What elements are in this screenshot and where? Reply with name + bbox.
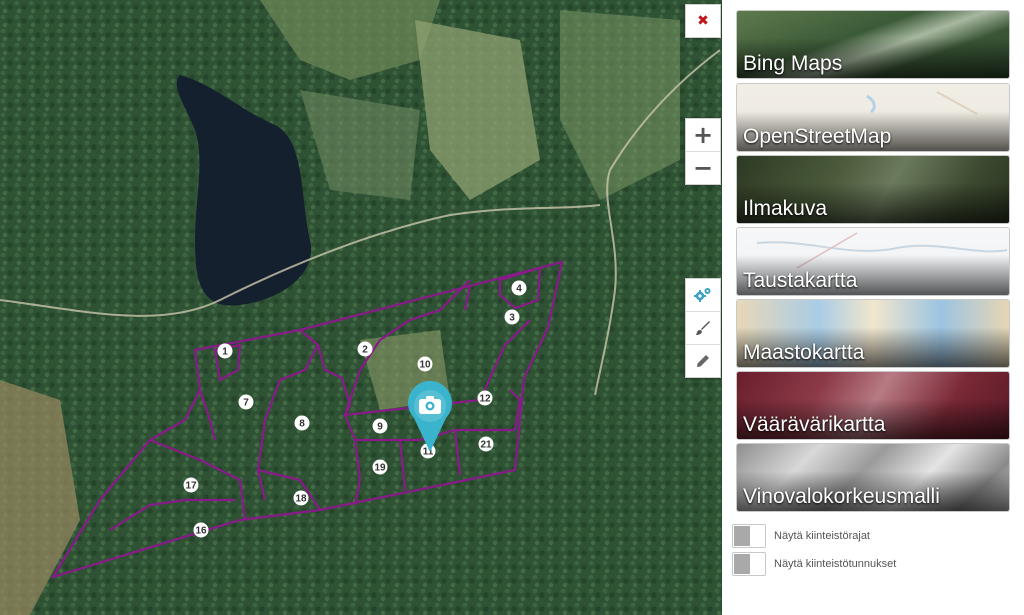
parcel-label: 2	[357, 341, 373, 357]
parcel-label: 3	[504, 309, 520, 325]
toggle-knob	[734, 526, 750, 546]
parcel-label: 18	[293, 490, 309, 506]
parcel-label: 16	[193, 522, 209, 538]
zoom-out-button[interactable]: −	[686, 151, 720, 184]
svg-text:21: 21	[480, 440, 492, 451]
svg-text:2: 2	[362, 345, 368, 356]
toggle-switch[interactable]	[732, 524, 766, 548]
plus-icon: +	[692, 121, 714, 149]
parcel-label: 1	[217, 343, 233, 359]
pencil-icon	[697, 355, 709, 367]
close-icon: ✖	[697, 13, 709, 29]
property-boundaries-toggle[interactable]: Näytä kiinteistörajat	[732, 524, 870, 548]
toggle-label: Näytä kiinteistötunnukset	[774, 558, 897, 570]
layer-taustakartta[interactable]: Taustakartta	[736, 227, 1010, 296]
settings-cogs-icon	[694, 288, 711, 302]
close-control: ✖	[685, 4, 721, 38]
layer-ilmakuva[interactable]: Ilmakuva	[736, 155, 1010, 224]
parcel-label: 7	[238, 394, 254, 410]
layer-maastokartta[interactable]: Maastokartta	[736, 299, 1010, 368]
layer-label: Maastokartta	[743, 341, 865, 364]
parcel-label: 17	[183, 477, 199, 493]
svg-text:4: 4	[516, 284, 522, 295]
layer-label: Ilmakuva	[743, 197, 828, 220]
parcel-label: 10	[417, 356, 433, 372]
layer-vaaravarikartta[interactable]: Väärävärikartta	[736, 371, 1010, 440]
svg-text:9: 9	[377, 422, 383, 433]
toggle-knob	[734, 554, 750, 574]
brush-icon	[696, 321, 710, 335]
brush-button[interactable]	[686, 311, 720, 344]
layer-label: Taustakartta	[743, 269, 858, 292]
layer-label: Bing Maps	[743, 52, 843, 75]
parcel-label: 4	[511, 280, 527, 296]
parcel-label: 9	[372, 418, 388, 434]
zoom-control: + −	[685, 118, 721, 185]
svg-text:18: 18	[295, 494, 307, 505]
svg-text:3: 3	[509, 313, 515, 324]
layer-label: OpenStreetMap	[743, 125, 892, 148]
parcel-label: 8	[294, 415, 310, 431]
toggle-label: Näytä kiinteistörajat	[774, 530, 870, 542]
svg-text:10: 10	[419, 360, 431, 371]
property-ids-toggle[interactable]: Näytä kiinteistötunnukset	[732, 552, 896, 576]
pencil-button[interactable]	[686, 344, 720, 377]
parcel-label: 19	[372, 459, 388, 475]
svg-text:16: 16	[195, 526, 207, 537]
parcel-label: 12	[477, 390, 493, 406]
map-view[interactable]: 1 2 3 4 7 8 9 10 11 12 16 17 18 19 21	[0, 0, 722, 615]
aerial-map[interactable]: 1 2 3 4 7 8 9 10 11 12 16 17 18 19 21	[0, 0, 722, 615]
svg-text:17: 17	[185, 481, 197, 492]
svg-text:8: 8	[299, 419, 305, 430]
svg-text:7: 7	[243, 398, 249, 409]
toggle-switch[interactable]	[732, 552, 766, 576]
svg-text:19: 19	[374, 463, 386, 474]
layer-label: Vinovalokorkeusmalli	[743, 485, 940, 508]
layer-bing-maps[interactable]: Bing Maps	[736, 10, 1010, 79]
parcel-label: 21	[478, 436, 494, 452]
layer-vinovalokorkeusmalli[interactable]: Vinovalokorkeusmalli	[736, 443, 1010, 512]
zoom-in-button[interactable]: +	[686, 119, 720, 151]
svg-text:1: 1	[222, 347, 228, 358]
close-button[interactable]: ✖	[686, 5, 720, 37]
minus-icon: −	[692, 154, 714, 182]
layer-label: Väärävärikartta	[743, 413, 886, 436]
svg-text:12: 12	[479, 394, 491, 405]
tools-control	[685, 278, 721, 378]
layer-openstreetmap[interactable]: OpenStreetMap	[736, 83, 1010, 152]
layer-panel: Bing Maps OpenStreetMap Ilmakuva Taustak…	[722, 0, 1024, 615]
settings-button[interactable]	[686, 279, 720, 311]
